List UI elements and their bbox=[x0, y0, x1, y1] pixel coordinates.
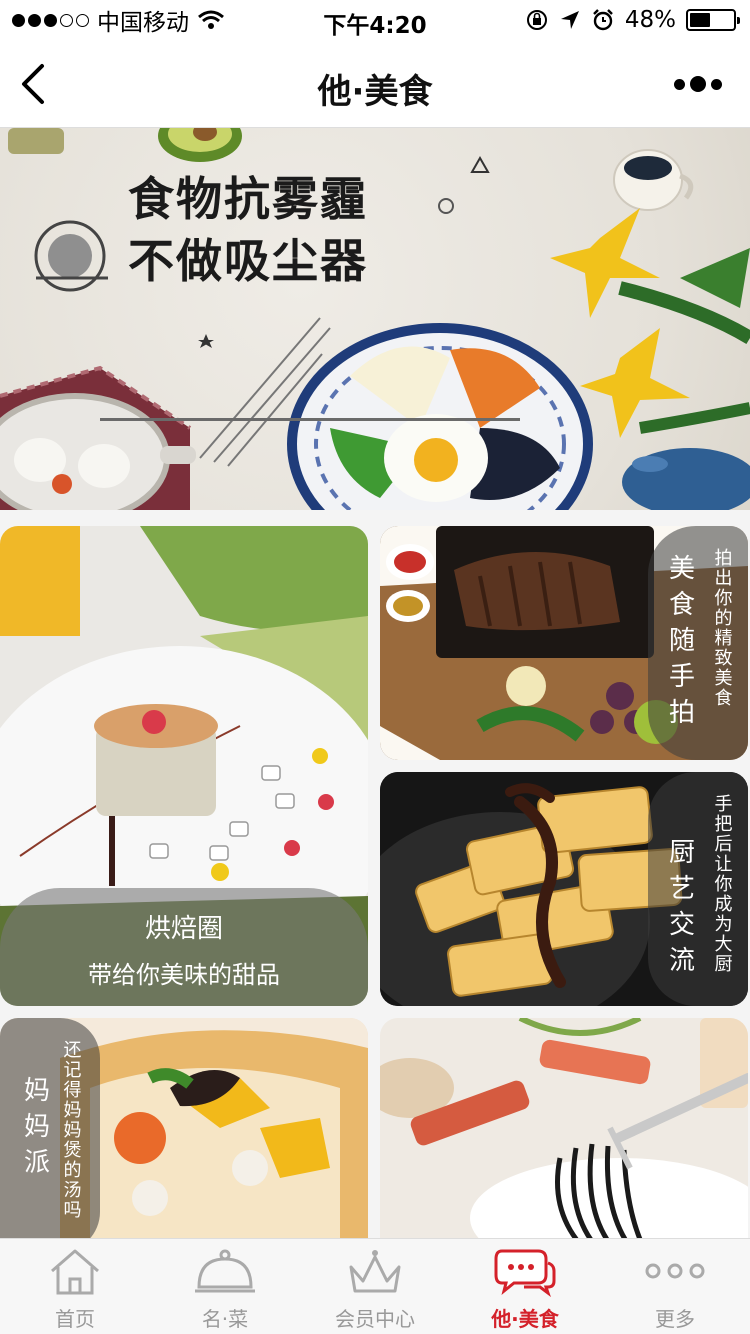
orientation-lock-icon bbox=[526, 10, 547, 30]
tab-more-label: 更多 bbox=[655, 1307, 695, 1331]
tab-home[interactable]: 首页 bbox=[0, 1239, 150, 1334]
category-grid: 烘焙圈 带给你美味的甜品 美食随手拍 拍出你的精致美食 厨艺交流 手把后让你成为… bbox=[0, 510, 750, 1252]
tab-member-center-label: 会员中心 bbox=[335, 1307, 415, 1331]
status-bar: 中国移动 下午4:20 48% bbox=[0, 0, 750, 40]
tab-bar: 首页 名·菜 会员中心 他·美食 更多 bbox=[0, 1238, 750, 1334]
tab-home-label: 首页 bbox=[55, 1307, 95, 1331]
tab-member-center[interactable]: 会员中心 bbox=[300, 1239, 450, 1334]
banner-headline-line1: 食物抗雾霾 bbox=[128, 172, 368, 226]
baking-caption: 烘焙圈 带给你美味的甜品 bbox=[0, 888, 368, 1006]
page-title: 他·美食 bbox=[317, 72, 433, 112]
cloche-icon bbox=[195, 1249, 255, 1293]
cooking-exchange-subtitle: 手把后让你成为大厨 bbox=[711, 794, 733, 974]
tab-famous-dishes[interactable]: 名·菜 bbox=[150, 1239, 300, 1334]
cooking-exchange-title: 厨艺交流 bbox=[664, 838, 695, 982]
mom-pie-panel: 妈妈派 还记得妈妈煲的汤吗 bbox=[0, 1018, 100, 1252]
cooking-exchange-panel: 厨艺交流 手把后让你成为大厨 bbox=[648, 772, 748, 1006]
signal-strength-icon bbox=[12, 13, 89, 27]
alarm-clock-icon bbox=[593, 9, 613, 31]
food-snapshot-panel: 美食随手拍 拍出你的精致美食 bbox=[648, 526, 748, 760]
promo-banner[interactable]: 食物抗雾霾 不做吸尘器 bbox=[0, 128, 750, 510]
location-arrow-icon bbox=[560, 11, 579, 29]
battery-icon bbox=[686, 9, 740, 31]
banner-headline-line2: 不做吸尘器 bbox=[128, 234, 368, 288]
tab-more[interactable]: 更多 bbox=[600, 1239, 750, 1334]
noodles-photo bbox=[380, 1018, 748, 1252]
back-button[interactable] bbox=[14, 60, 58, 108]
card-black-noodles[interactable] bbox=[380, 1018, 748, 1252]
banner-illustration bbox=[0, 128, 750, 510]
navigation-bar: 他·美食 bbox=[0, 40, 750, 128]
battery-level-fill bbox=[690, 13, 711, 27]
home-icon bbox=[51, 1249, 99, 1295]
baking-subtitle: 带给你美味的甜品 bbox=[88, 961, 280, 989]
more-dots-icon bbox=[645, 1263, 705, 1279]
more-options-button[interactable] bbox=[674, 70, 726, 98]
mom-pie-title: 妈妈派 bbox=[19, 1076, 50, 1184]
tab-his-food[interactable]: 他·美食 bbox=[450, 1239, 600, 1334]
tab-his-food-label: 他·美食 bbox=[491, 1307, 559, 1331]
status-left: 中国移动 bbox=[12, 0, 225, 40]
crown-icon bbox=[349, 1250, 401, 1293]
tab-famous-dishes-label: 名·菜 bbox=[201, 1307, 249, 1331]
chevron-left-icon bbox=[22, 64, 44, 104]
mom-pie-subtitle: 还记得妈妈煲的汤吗 bbox=[60, 1040, 82, 1220]
food-snapshot-title: 美食随手拍 bbox=[664, 554, 695, 734]
card-mom-pie[interactable]: 妈妈派 还记得妈妈煲的汤吗 bbox=[0, 1018, 368, 1252]
card-cooking-exchange[interactable]: 厨艺交流 手把后让你成为大厨 bbox=[380, 772, 748, 1006]
baking-title: 烘焙圈 bbox=[144, 914, 223, 944]
status-right: 48% bbox=[525, 0, 740, 40]
battery-percent: 48% bbox=[624, 7, 676, 33]
card-baking-circle[interactable]: 烘焙圈 带给你美味的甜品 bbox=[0, 526, 368, 1006]
food-snapshot-subtitle: 拍出你的精致美食 bbox=[711, 548, 733, 708]
banner-headline: 食物抗雾霾 不做吸尘器 bbox=[128, 168, 368, 292]
carrier-label: 中国移动 bbox=[97, 10, 189, 36]
wifi-icon bbox=[198, 10, 224, 29]
card-food-snapshot[interactable]: 美食随手拍 拍出你的精致美食 bbox=[380, 526, 748, 760]
banner-divider bbox=[100, 418, 520, 421]
chat-bubbles-icon bbox=[494, 1249, 556, 1297]
